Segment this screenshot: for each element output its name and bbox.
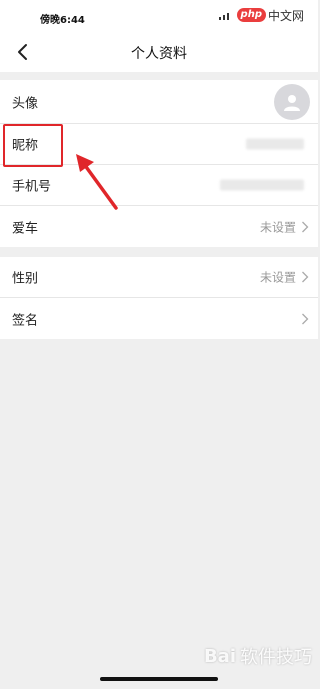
nickname-value-redacted (246, 138, 304, 150)
annotation-highlight-box (3, 124, 63, 167)
row-label-avatar: 头像 (12, 96, 39, 111)
row-label-signature: 签名 (12, 313, 39, 328)
signal-icon (218, 13, 229, 20)
avatar[interactable] (274, 83, 310, 120)
row-value-car: 未设置 (259, 220, 296, 234)
chevron-right-icon (302, 313, 309, 324)
row-car[interactable]: 爱车 未设置 (0, 206, 318, 247)
status-time: 傍晚6:44 (40, 15, 85, 26)
row-gender[interactable]: 性别 未设置 (0, 257, 318, 298)
baidu-logo: Bai (203, 645, 236, 667)
row-label-phone: 手机号 (12, 179, 52, 195)
page-title: 个人资料 (131, 46, 187, 62)
status-bar: 傍晚6:44 php 中文网 (0, 0, 318, 32)
navigation-bar: 个人资料 (0, 32, 318, 72)
chevron-right-icon (302, 271, 309, 283)
row-label-car: 爱车 (12, 221, 39, 236)
php-site-label: 中文网 (267, 8, 304, 23)
extra-group: 性别 未设置 签名 (0, 257, 318, 339)
baidu-watermark: Bai 软件技巧 (204, 643, 312, 669)
user-icon (284, 94, 300, 111)
row-phone[interactable]: 手机号 (0, 165, 318, 206)
annotation-arrow-icon (76, 154, 118, 210)
chevron-right-icon (302, 221, 309, 232)
php-watermark: php 中文网 (236, 7, 304, 24)
home-indicator (100, 677, 218, 681)
status-icons: php 中文网 (218, 7, 304, 24)
row-signature[interactable]: 签名 (0, 298, 318, 339)
row-avatar[interactable]: 头像 (0, 80, 318, 124)
row-value-gender: 未设置 (259, 270, 296, 285)
row-label-gender: 性别 (12, 271, 39, 287)
watermark-text: 软件技巧 (240, 647, 312, 668)
php-logo: php (236, 8, 266, 22)
phone-value-redacted (220, 179, 304, 191)
